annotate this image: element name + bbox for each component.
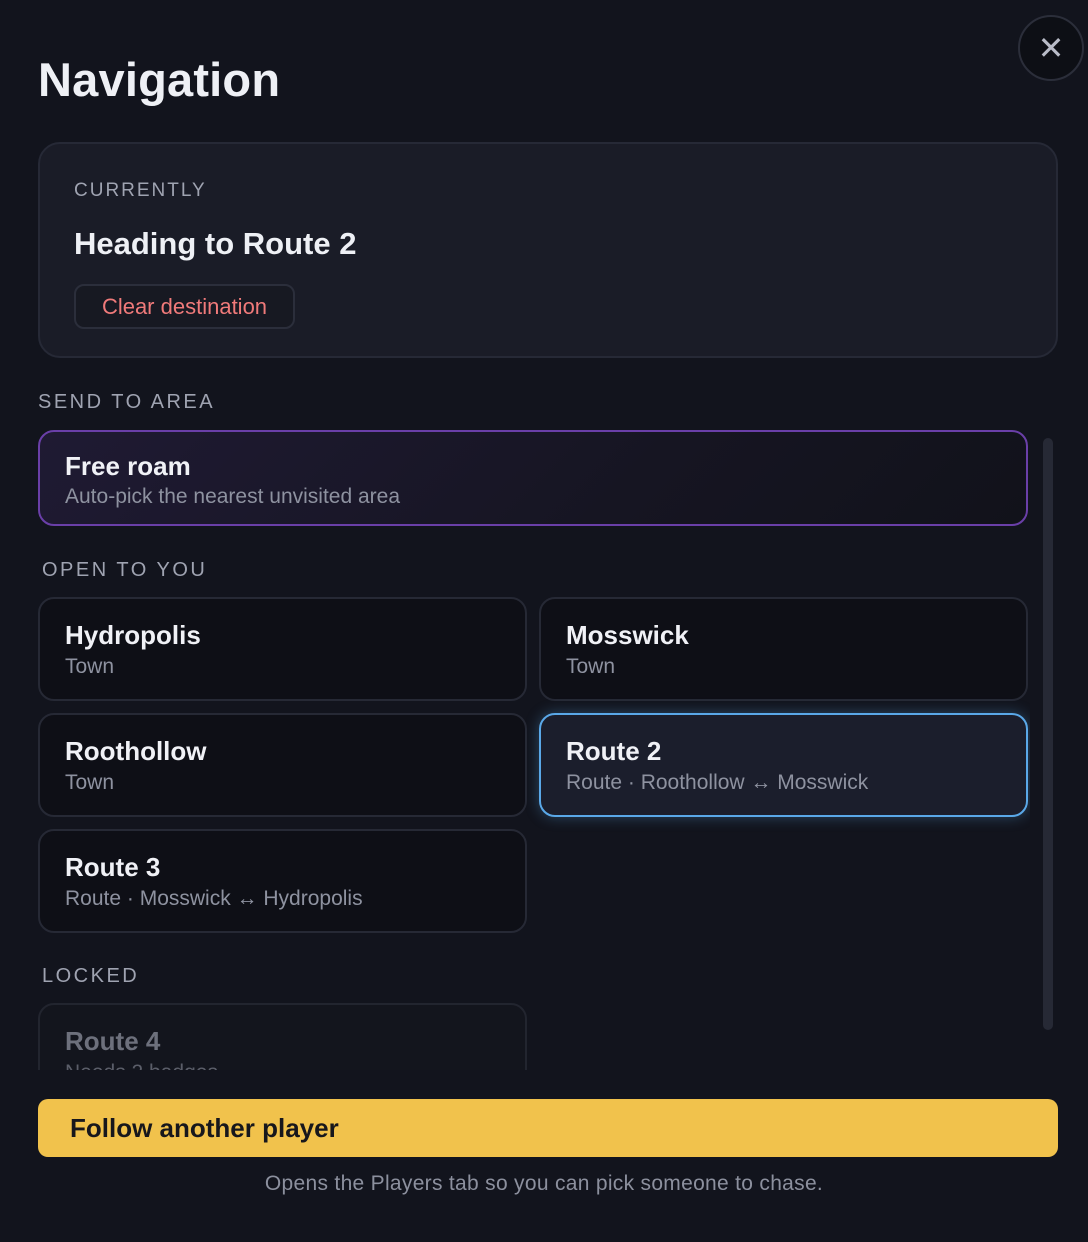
- area-card-hydropolis[interactable]: Hydropolis Town: [38, 597, 527, 701]
- area-name: Route 3: [65, 852, 161, 882]
- clear-destination-button[interactable]: Clear destination: [74, 284, 295, 329]
- area-name: Roothollow: [65, 736, 207, 766]
- area-detail: Needs 2 badges: [65, 1061, 218, 1070]
- area-detail: Route · Roothollow ↔ Mosswick: [566, 771, 869, 794]
- section-label-locked: LOCKED: [42, 965, 140, 987]
- current-destination: Heading to Route 2: [74, 226, 357, 261]
- area-detail: Route · Mosswick ↔ Hydropolis: [65, 887, 363, 910]
- area-name: Hydropolis: [65, 620, 201, 650]
- scrollbar[interactable]: [1043, 438, 1053, 1030]
- area-card-mosswick[interactable]: Mosswick Town: [539, 597, 1028, 701]
- current-label: CURRENTLY: [74, 180, 207, 201]
- close-button[interactable]: ✕: [1018, 15, 1084, 81]
- free-roam-title: Free roam: [65, 451, 191, 481]
- area-card-roothollow[interactable]: Roothollow Town: [38, 713, 527, 817]
- close-icon: ✕: [1037, 30, 1065, 66]
- area-name: Route 2: [566, 736, 662, 766]
- area-card-route-3[interactable]: Route 3 Route · Mosswick ↔ Hydropolis: [38, 829, 527, 933]
- area-name: Mosswick: [566, 620, 689, 650]
- follow-hint: Opens the Players tab so you can pick so…: [264, 1172, 824, 1195]
- area-detail: Town: [566, 655, 616, 678]
- area-list: Free roam Auto-pick the nearest unvisite…: [38, 430, 1030, 1070]
- section-label-send-to-area: SEND TO AREA: [38, 391, 216, 413]
- current-destination-card: CURRENTLY Heading to Route 2 Clear desti…: [38, 142, 1058, 358]
- free-roam-subtitle: Auto-pick the nearest unvisited area: [65, 485, 401, 508]
- free-roam-option[interactable]: Free roam Auto-pick the nearest unvisite…: [38, 430, 1028, 526]
- follow-player-button[interactable]: Follow another player: [38, 1099, 1058, 1157]
- area-card-route-4-locked: Route 4 Needs 2 badges: [38, 1003, 527, 1070]
- area-detail: Town: [65, 771, 115, 794]
- page-title: Navigation: [38, 53, 281, 106]
- area-detail: Town: [65, 655, 115, 678]
- area-name: Route 4: [65, 1026, 161, 1056]
- area-card-route-2[interactable]: Route 2 Route · Roothollow ↔ Mosswick: [539, 713, 1028, 817]
- section-label-open-to-you: OPEN TO YOU: [42, 559, 208, 581]
